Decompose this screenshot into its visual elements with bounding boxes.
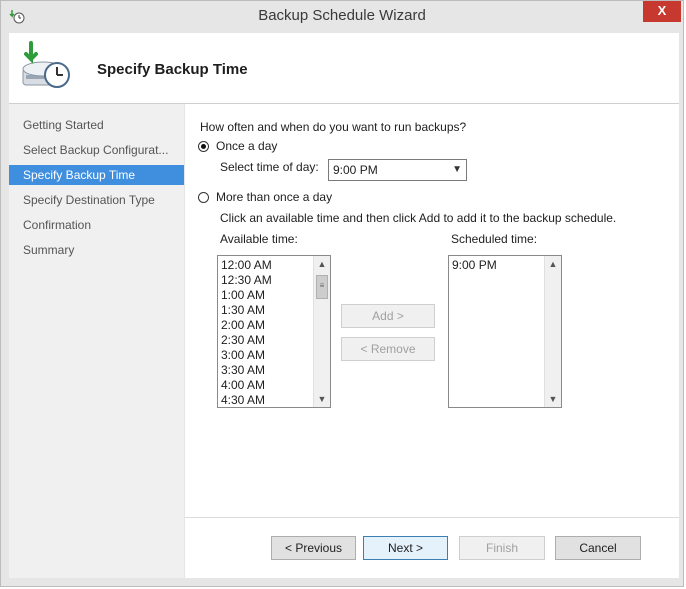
select-time-label: Select time of day: xyxy=(220,160,319,174)
available-time-label: Available time: xyxy=(220,232,298,246)
available-scrollbar[interactable]: ▲ ≡ ▼ xyxy=(313,256,330,407)
nav-item-summary[interactable]: Summary xyxy=(9,240,184,260)
scroll-up-icon[interactable]: ▲ xyxy=(314,256,330,272)
wizard-steps-nav: Getting Started Select Backup Configurat… xyxy=(9,104,184,578)
previous-button[interactable]: < Previous xyxy=(271,536,356,560)
nav-item-select-backup-configuration[interactable]: Select Backup Configurat... xyxy=(9,140,184,160)
time-of-day-select[interactable]: 9:00 PM ▼ xyxy=(328,159,467,181)
list-item[interactable]: 4:00 AM xyxy=(221,378,272,393)
scroll-thumb[interactable]: ≡ xyxy=(316,275,328,299)
available-time-items: 12:00 AM 12:30 AM 1:00 AM 1:30 AM 2:00 AM 2:3… xyxy=(221,258,272,407)
window-title: Backup Schedule Wizard xyxy=(258,7,426,24)
time-of-day-value: 9:00 PM xyxy=(333,163,378,177)
wizard-header: Specify Backup Time xyxy=(9,33,679,104)
once-a-day-radio[interactable] xyxy=(198,141,209,152)
close-icon: X xyxy=(657,3,667,18)
available-time-list[interactable]: 12:00 AM 12:30 AM 1:00 AM 1:30 AM 2:00 AM 2:3… xyxy=(217,255,331,408)
cancel-button[interactable]: Cancel xyxy=(555,536,641,560)
nav-item-specify-destination-type[interactable]: Specify Destination Type xyxy=(9,190,184,210)
next-button[interactable]: Next > xyxy=(363,536,448,560)
main-panel: How often and when do you want to run ba… xyxy=(185,104,679,578)
wizard-window: Backup Schedule Wizard X Specify Backup … xyxy=(0,0,684,587)
frequency-question: How often and when do you want to run ba… xyxy=(200,120,467,134)
scroll-up-icon[interactable]: ▲ xyxy=(545,256,561,272)
finish-button[interactable]: Finish xyxy=(459,536,545,560)
list-item[interactable]: 1:30 AM xyxy=(221,303,272,318)
list-item[interactable]: 9:00 PM xyxy=(452,258,497,273)
chevron-down-icon: ▼ xyxy=(452,164,462,175)
title-bar: Backup Schedule Wizard X xyxy=(1,1,683,31)
list-item[interactable]: 3:30 AM xyxy=(221,363,272,378)
list-item[interactable]: 12:00 AM xyxy=(221,258,272,273)
remove-button[interactable]: < Remove xyxy=(341,337,435,361)
once-a-day-label[interactable]: Once a day xyxy=(216,139,277,153)
footer-divider xyxy=(185,517,679,518)
scheduled-scrollbar[interactable]: ▲ ▼ xyxy=(544,256,561,407)
list-item[interactable]: 2:00 AM xyxy=(221,318,272,333)
more-than-once-radio[interactable] xyxy=(198,192,209,203)
scheduled-time-list[interactable]: 9:00 PM ▲ ▼ xyxy=(448,255,562,408)
list-item[interactable]: 4:30 AM xyxy=(221,393,272,407)
scroll-down-icon[interactable]: ▼ xyxy=(314,391,330,407)
scheduled-time-items: 9:00 PM xyxy=(452,258,497,273)
more-than-once-label[interactable]: More than once a day xyxy=(216,190,332,204)
nav-item-specify-backup-time[interactable]: Specify Backup Time xyxy=(9,165,184,185)
add-button[interactable]: Add > xyxy=(341,304,435,328)
list-item[interactable]: 1:00 AM xyxy=(221,288,272,303)
list-item[interactable]: 3:00 AM xyxy=(221,348,272,363)
nav-item-getting-started[interactable]: Getting Started xyxy=(9,115,184,135)
scheduled-time-label: Scheduled time: xyxy=(451,232,538,246)
list-item[interactable]: 2:30 AM xyxy=(221,333,272,348)
backup-clock-icon xyxy=(17,39,75,97)
list-item[interactable]: 12:30 AM xyxy=(221,273,272,288)
schedule-instruction: Click an available time and then click A… xyxy=(220,211,617,225)
page-title: Specify Backup Time xyxy=(97,61,248,78)
close-button[interactable]: X xyxy=(643,1,681,22)
scroll-down-icon[interactable]: ▼ xyxy=(545,391,561,407)
nav-item-confirmation[interactable]: Confirmation xyxy=(9,215,184,235)
